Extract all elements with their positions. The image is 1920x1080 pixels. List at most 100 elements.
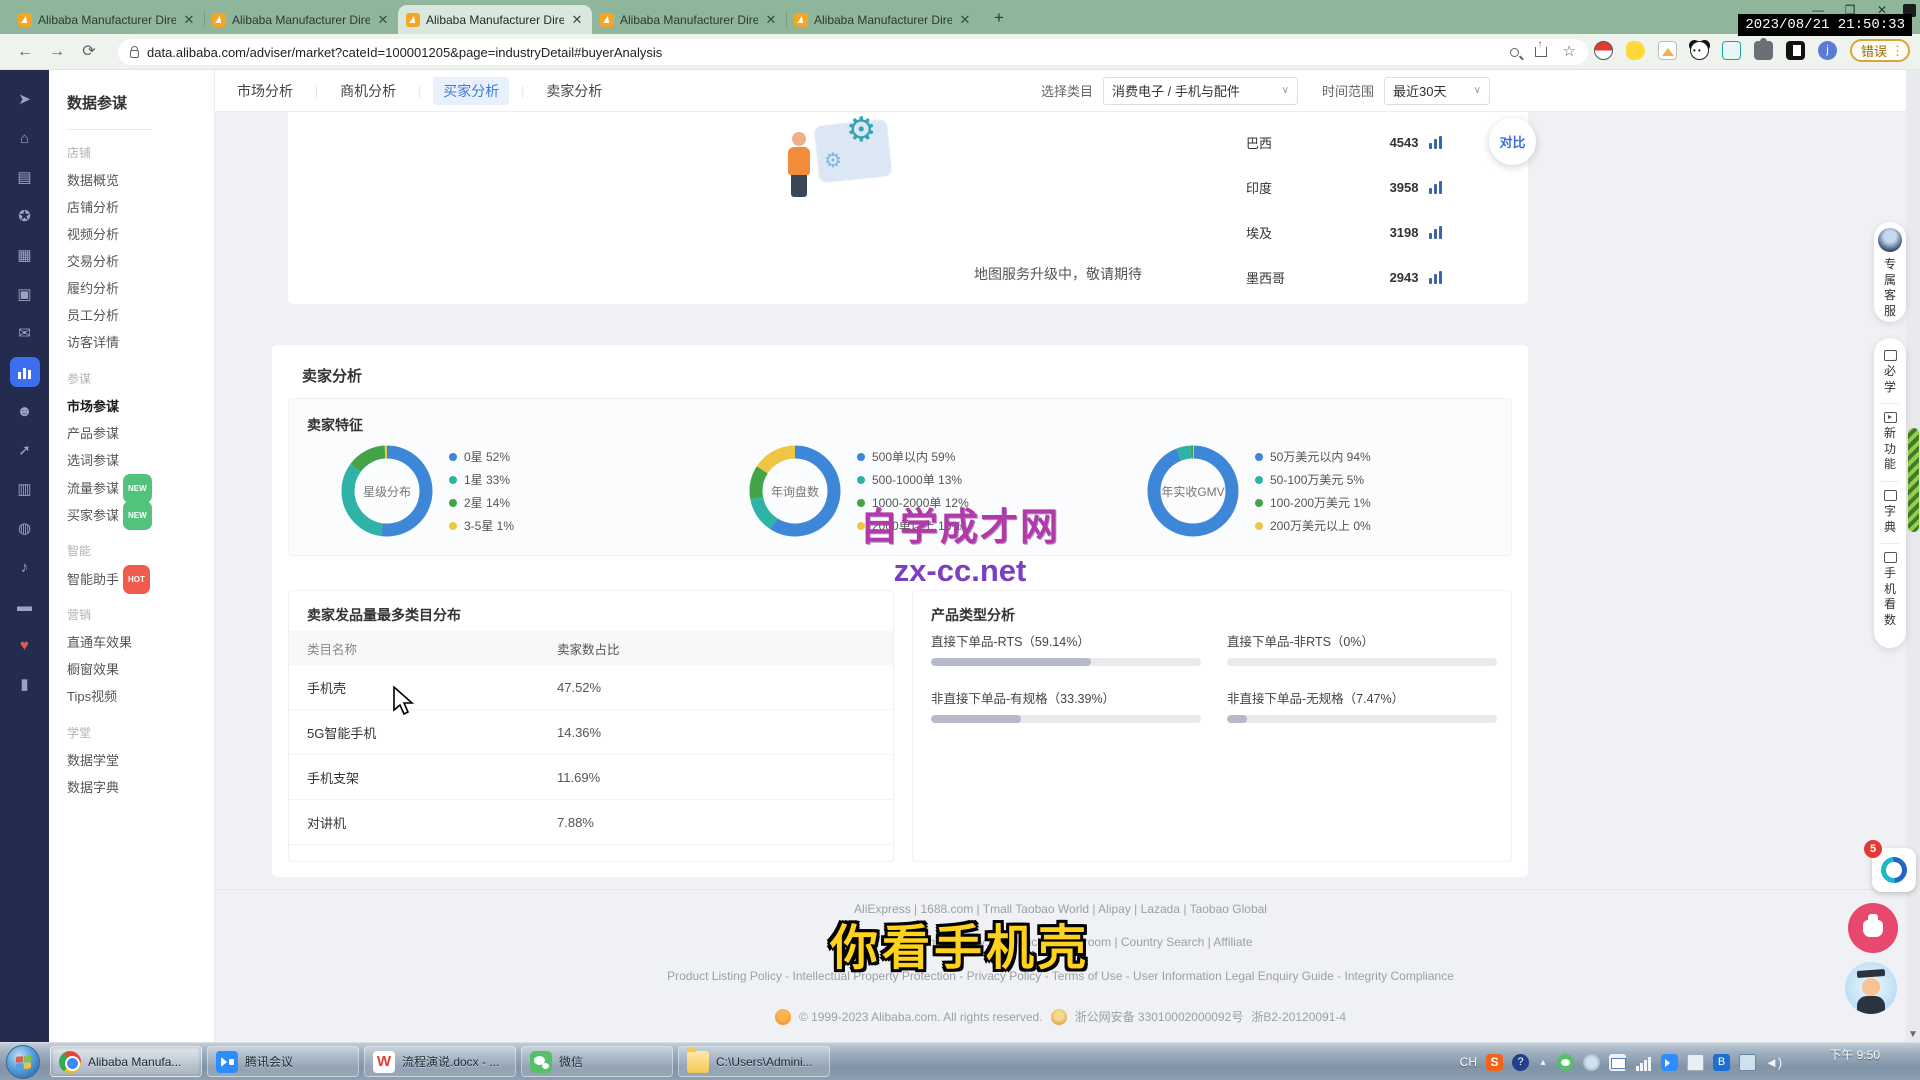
compare-button[interactable]: 对比 bbox=[1489, 118, 1536, 165]
sidebar-item-智能助手[interactable]: 智能助手HOT bbox=[67, 565, 214, 592]
back-icon[interactable]: ← bbox=[14, 41, 36, 63]
page-scrollbar[interactable]: ▼ bbox=[1906, 70, 1920, 1042]
tool-item-必学[interactable]: 必学 bbox=[1883, 350, 1897, 395]
taskbar-button-wps[interactable]: 流程演说.docx - ... bbox=[364, 1046, 516, 1077]
taskbar-button-chrome[interactable]: Alibaba Manufa... bbox=[50, 1046, 202, 1077]
tab-close-icon[interactable]: ✕ bbox=[182, 12, 196, 28]
tool-item-新功能[interactable]: 新功能 bbox=[1883, 412, 1897, 473]
chart-icon[interactable] bbox=[10, 357, 40, 387]
tab-close-icon[interactable]: ✕ bbox=[570, 12, 584, 28]
tab-close-icon[interactable]: ✕ bbox=[376, 12, 390, 28]
translate-icon[interactable] bbox=[1722, 41, 1741, 60]
wechat-tray-icon[interactable] bbox=[1557, 1054, 1574, 1071]
sidebar-item-履约分析[interactable]: 履约分析 bbox=[67, 275, 214, 302]
sogou-input-icon[interactable]: S bbox=[1486, 1054, 1503, 1071]
signal-tray-icon[interactable] bbox=[1635, 1054, 1652, 1071]
url-text[interactable]: data.alibaba.com/adviser/market?cateId=1… bbox=[147, 45, 662, 60]
tutor-avatar-floater[interactable] bbox=[1845, 962, 1897, 1014]
sidebar-item-视频分析[interactable]: 视频分析 bbox=[67, 221, 214, 248]
browser-tab[interactable]: Alibaba Manufacturer Directo✕ bbox=[204, 5, 398, 34]
tab-close-icon[interactable]: ✕ bbox=[958, 12, 972, 28]
scrollbar-thumb[interactable] bbox=[1908, 428, 1919, 532]
nav-tab-买家分析[interactable]: 买家分析 bbox=[433, 77, 509, 105]
users-icon[interactable]: ☻ bbox=[10, 396, 40, 426]
help-tray-icon[interactable]: ? bbox=[1512, 1054, 1529, 1071]
sync-app-floater[interactable]: 5 bbox=[1872, 848, 1916, 892]
sidebar-item-数据概览[interactable]: 数据概览 bbox=[67, 167, 214, 194]
taskbar-button-meeting[interactable]: 腾讯会议 bbox=[207, 1046, 359, 1077]
store-icon[interactable]: ▤ bbox=[10, 162, 40, 192]
forward-icon[interactable]: → bbox=[46, 41, 68, 63]
category-select[interactable]: 消费电子 / 手机与配件 ∨ bbox=[1103, 77, 1298, 105]
clip-tray-icon[interactable] bbox=[1687, 1054, 1704, 1071]
range-select[interactable]: 最近30天 ∨ bbox=[1384, 77, 1490, 105]
browser-tab[interactable]: Alibaba Manufacturer Directo✕ bbox=[592, 5, 786, 34]
chart-icon[interactable] bbox=[1429, 271, 1443, 284]
tool-item-字典[interactable]: 字典 bbox=[1883, 490, 1897, 535]
mail-tray-icon[interactable] bbox=[1609, 1054, 1626, 1071]
sidebar-item-市场参谋[interactable]: 市场参谋 bbox=[67, 393, 214, 420]
sidebar-item-选词参谋[interactable]: 选词参谋 bbox=[67, 447, 214, 474]
browser-tab[interactable]: Alibaba Manufacturer Directo✕ bbox=[786, 5, 980, 34]
image-icon[interactable] bbox=[1658, 41, 1677, 60]
home-icon[interactable]: ⌂ bbox=[10, 123, 40, 153]
zoom-icon[interactable] bbox=[1510, 48, 1519, 57]
tab-close-icon[interactable]: ✕ bbox=[764, 12, 778, 28]
nav-tab-卖家分析[interactable]: 卖家分析 bbox=[536, 77, 612, 105]
sidebar-item-访客详情[interactable]: 访客详情 bbox=[67, 329, 214, 356]
screenshot-icon[interactable] bbox=[1786, 41, 1805, 60]
browser-tab[interactable]: Alibaba Manufacturer Directo✕ bbox=[10, 5, 204, 34]
package-icon[interactable]: ▣ bbox=[10, 279, 40, 309]
sidebar-item-橱窗效果[interactable]: 橱窗效果 bbox=[67, 656, 214, 683]
chat-icon[interactable]: ✉ bbox=[10, 318, 40, 348]
profile-icon[interactable]: j bbox=[1818, 41, 1837, 60]
sidebar-item-员工分析[interactable]: 员工分析 bbox=[67, 302, 214, 329]
apps-icon[interactable]: ▦ bbox=[10, 240, 40, 270]
browser-menu-icon[interactable]: ⋮ bbox=[1891, 48, 1899, 53]
pikachu-icon[interactable] bbox=[1626, 41, 1645, 60]
speaker-tray-icon[interactable]: ◄) bbox=[1765, 1054, 1782, 1071]
sidebar-item-店铺分析[interactable]: 店铺分析 bbox=[67, 194, 214, 221]
globe-tray-icon[interactable] bbox=[1583, 1054, 1600, 1071]
taskbar-button-wechat[interactable]: 微信 bbox=[521, 1046, 673, 1077]
puzzle-icon[interactable] bbox=[1754, 41, 1773, 60]
taskbar-clock[interactable]: 下午 9:50 bbox=[1829, 1046, 1880, 1063]
chart-icon[interactable] bbox=[1429, 136, 1443, 149]
send-icon[interactable]: ➤ bbox=[10, 84, 40, 114]
display-tray-icon[interactable] bbox=[1739, 1054, 1756, 1071]
tool-item-手机看数[interactable]: 手机看数 bbox=[1883, 552, 1897, 628]
shield-icon[interactable]: ✪ bbox=[10, 201, 40, 231]
panda-icon[interactable] bbox=[1690, 41, 1709, 60]
pokeball-icon[interactable] bbox=[1594, 41, 1613, 60]
error-badge[interactable]: 错误 ⋮ bbox=[1850, 39, 1910, 62]
bookmark-star-icon[interactable]: ☆ bbox=[1563, 45, 1576, 59]
scrollbar-down-arrow[interactable]: ▼ bbox=[1906, 1029, 1920, 1040]
rewards-floater[interactable] bbox=[1848, 903, 1898, 953]
globe-icon[interactable]: ◍ bbox=[10, 513, 40, 543]
sidebar-item-数据字典[interactable]: 数据字典 bbox=[67, 774, 214, 801]
reload-icon[interactable]: ⟳ bbox=[78, 41, 100, 63]
nav-tab-商机分析[interactable]: 商机分析 bbox=[330, 77, 406, 105]
tray-expand-icon[interactable]: ▴ bbox=[1538, 1054, 1548, 1071]
chart-icon[interactable] bbox=[1429, 181, 1443, 194]
new-tab-button[interactable]: + bbox=[986, 5, 1012, 31]
customer-service-pill[interactable]: 专属客服 bbox=[1874, 222, 1906, 322]
sidebar-item-数据学堂[interactable]: 数据学堂 bbox=[67, 747, 214, 774]
sidebar-item-直通车效果[interactable]: 直通车效果 bbox=[67, 629, 214, 656]
sidebar-item-流量参谋[interactable]: 流量参谋NEW bbox=[67, 474, 214, 501]
language-indicator[interactable]: CH bbox=[1460, 1055, 1477, 1069]
bank-icon[interactable]: ▬ bbox=[10, 591, 40, 621]
sidebar-item-产品参谋[interactable]: 产品参谋 bbox=[67, 420, 214, 447]
heart-icon[interactable]: ♥ bbox=[10, 630, 40, 660]
briefcase-icon[interactable]: ▮ bbox=[10, 669, 40, 699]
growth-icon[interactable]: ➚ bbox=[10, 435, 40, 465]
address-bar[interactable]: data.alibaba.com/adviser/market?cateId=1… bbox=[118, 39, 1588, 65]
chart-icon[interactable] bbox=[1429, 226, 1443, 239]
start-button[interactable] bbox=[6, 1045, 40, 1079]
meet2-tray-icon[interactable] bbox=[1661, 1054, 1678, 1071]
clipboard-icon[interactable]: ▥ bbox=[10, 474, 40, 504]
nav-tab-市场分析[interactable]: 市场分析 bbox=[227, 77, 303, 105]
bell-icon[interactable]: ♪ bbox=[10, 552, 40, 582]
share-icon[interactable] bbox=[1535, 47, 1547, 57]
sidebar-item-Tips视频[interactable]: Tips视频 bbox=[67, 683, 214, 710]
